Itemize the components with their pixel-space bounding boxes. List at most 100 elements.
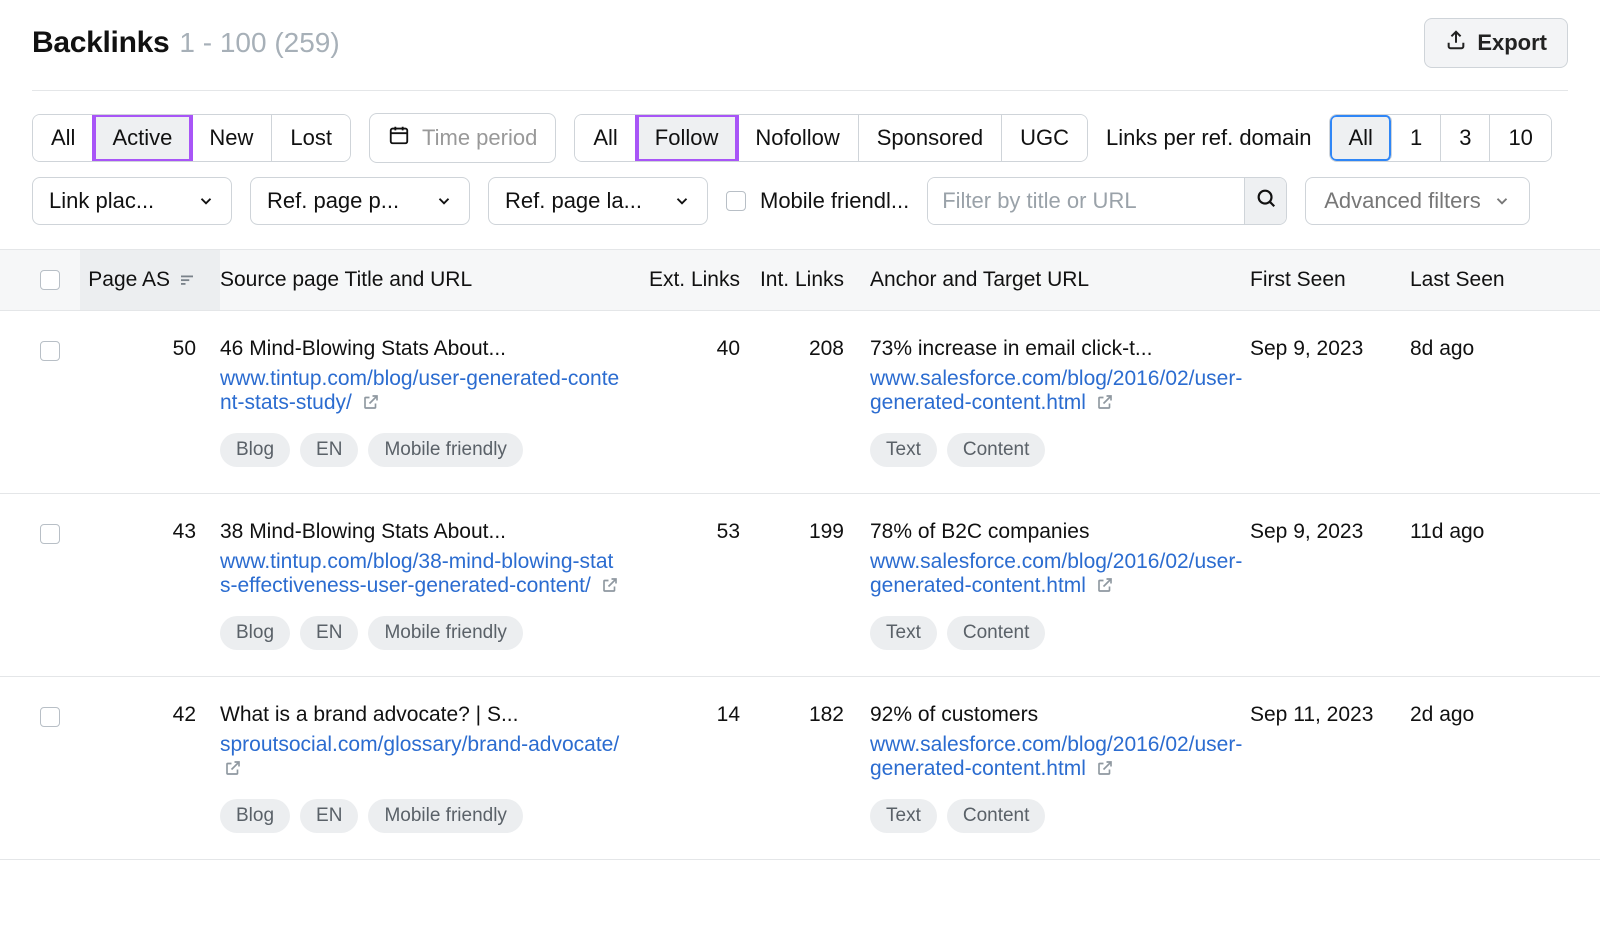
search-icon bbox=[1255, 187, 1277, 215]
page-as-value: 43 bbox=[80, 520, 220, 544]
external-link-icon[interactable] bbox=[1096, 759, 1114, 783]
source-title: What is a brand advocate? | S... bbox=[220, 703, 620, 727]
ext-links-value: 14 bbox=[620, 703, 740, 833]
page-as-value: 42 bbox=[80, 703, 220, 727]
search-input[interactable] bbox=[928, 178, 1244, 224]
col-anchor[interactable]: Anchor and Target URL bbox=[870, 268, 1250, 292]
advanced-filters-button[interactable]: Advanced filters bbox=[1305, 177, 1530, 225]
tag: Mobile friendly bbox=[368, 616, 523, 650]
col-source[interactable]: Source page Title and URL bbox=[220, 268, 620, 292]
links-per-tab-all[interactable]: All bbox=[1330, 115, 1391, 161]
status-tab-active[interactable]: Active bbox=[94, 115, 191, 161]
tag: Content bbox=[947, 799, 1046, 833]
search-button[interactable] bbox=[1244, 178, 1286, 224]
source-tags: Blog EN Mobile friendly bbox=[220, 616, 620, 650]
int-links-value: 182 bbox=[740, 703, 870, 833]
int-links-value: 199 bbox=[740, 520, 870, 650]
export-button[interactable]: Export bbox=[1424, 18, 1568, 68]
linktype-segmented: All Follow Nofollow Sponsored UGC bbox=[574, 114, 1088, 162]
chevron-down-icon bbox=[435, 192, 453, 210]
status-tab-new[interactable]: New bbox=[191, 115, 272, 161]
row-checkbox[interactable] bbox=[40, 524, 60, 544]
ext-links-value: 53 bbox=[620, 520, 740, 650]
linktype-tab-all[interactable]: All bbox=[575, 115, 636, 161]
anchor-url[interactable]: www.salesforce.com/blog/2016/02/user-gen… bbox=[870, 733, 1242, 780]
chevron-down-icon bbox=[673, 192, 691, 210]
linktype-tab-follow[interactable]: Follow bbox=[637, 115, 738, 161]
links-per-domain-label: Links per ref. domain bbox=[1106, 125, 1311, 151]
external-link-icon[interactable] bbox=[362, 393, 380, 417]
mobile-friendly-checkbox[interactable] bbox=[726, 191, 746, 211]
row-checkbox[interactable] bbox=[40, 707, 60, 727]
time-period-label: Time period bbox=[422, 125, 537, 151]
col-page-as[interactable]: Page AS bbox=[80, 250, 220, 310]
ref-page-platform-label: Ref. page p... bbox=[267, 188, 421, 214]
ref-page-platform-dropdown[interactable]: Ref. page p... bbox=[250, 177, 470, 225]
search-field bbox=[927, 177, 1287, 225]
export-label: Export bbox=[1477, 30, 1547, 56]
first-seen-value: Sep 9, 2023 bbox=[1250, 337, 1410, 467]
col-int-links[interactable]: Int. Links bbox=[740, 268, 870, 292]
ref-page-language-dropdown[interactable]: Ref. page la... bbox=[488, 177, 708, 225]
ref-page-language-label: Ref. page la... bbox=[505, 188, 659, 214]
source-title: 38 Mind-Blowing Stats About... bbox=[220, 520, 620, 544]
chevron-down-icon bbox=[197, 192, 215, 210]
sort-icon bbox=[178, 271, 196, 289]
source-url[interactable]: www.tintup.com/blog/38-mind-blowing-stat… bbox=[220, 550, 613, 597]
anchor-url[interactable]: www.salesforce.com/blog/2016/02/user-gen… bbox=[870, 550, 1242, 597]
tag: EN bbox=[300, 616, 358, 650]
external-link-icon[interactable] bbox=[1096, 393, 1114, 417]
chevron-down-icon bbox=[1493, 192, 1511, 210]
anchor-text: 73% increase in email click-t... bbox=[870, 337, 1250, 361]
tag: EN bbox=[300, 433, 358, 467]
advanced-filters-label: Advanced filters bbox=[1324, 188, 1481, 214]
tag: Mobile friendly bbox=[368, 433, 523, 467]
external-link-icon[interactable] bbox=[601, 576, 619, 600]
table-row: 43 38 Mind-Blowing Stats About... www.ti… bbox=[0, 494, 1600, 677]
tag: Content bbox=[947, 616, 1046, 650]
int-links-value: 208 bbox=[740, 337, 870, 467]
tag: Text bbox=[870, 799, 937, 833]
table-row: 50 46 Mind-Blowing Stats About... www.ti… bbox=[0, 311, 1600, 494]
status-tab-lost[interactable]: Lost bbox=[272, 115, 350, 161]
last-seen-value: 11d ago bbox=[1410, 520, 1580, 650]
source-tags: Blog EN Mobile friendly bbox=[220, 433, 620, 467]
select-all-checkbox[interactable] bbox=[40, 270, 60, 290]
col-ext-links[interactable]: Ext. Links bbox=[620, 268, 740, 292]
result-range: 1 - 100 (259) bbox=[179, 27, 339, 59]
col-last-seen[interactable]: Last Seen bbox=[1410, 268, 1580, 292]
source-url[interactable]: www.tintup.com/blog/user-generated-conte… bbox=[220, 367, 619, 414]
tag: Content bbox=[947, 433, 1046, 467]
external-link-icon[interactable] bbox=[224, 759, 242, 783]
source-url[interactable]: sproutsocial.com/glossary/brand-advocate… bbox=[220, 733, 619, 756]
tag: Blog bbox=[220, 799, 290, 833]
tag: Blog bbox=[220, 433, 290, 467]
time-period-picker[interactable]: Time period bbox=[369, 113, 556, 163]
page-title: Backlinks bbox=[32, 26, 169, 60]
links-per-segmented: All 1 3 10 bbox=[1329, 114, 1551, 162]
anchor-url[interactable]: www.salesforce.com/blog/2016/02/user-gen… bbox=[870, 367, 1242, 414]
row-checkbox[interactable] bbox=[40, 341, 60, 361]
mobile-friendly-filter[interactable]: Mobile friendl... bbox=[726, 188, 909, 214]
col-first-seen[interactable]: First Seen bbox=[1250, 268, 1410, 292]
last-seen-value: 2d ago bbox=[1410, 703, 1580, 833]
external-link-icon[interactable] bbox=[1096, 576, 1114, 600]
export-icon bbox=[1445, 29, 1467, 57]
page-header: Backlinks 1 - 100 (259) Export bbox=[32, 0, 1568, 91]
anchor-text: 78% of B2C companies bbox=[870, 520, 1250, 544]
link-placement-dropdown[interactable]: Link plac... bbox=[32, 177, 232, 225]
link-placement-label: Link plac... bbox=[49, 188, 183, 214]
linktype-tab-nofollow[interactable]: Nofollow bbox=[737, 115, 858, 161]
status-tab-all[interactable]: All bbox=[33, 115, 94, 161]
linktype-tab-ugc[interactable]: UGC bbox=[1002, 115, 1087, 161]
links-per-tab-10[interactable]: 10 bbox=[1490, 115, 1550, 161]
tag: Blog bbox=[220, 616, 290, 650]
links-per-tab-1[interactable]: 1 bbox=[1392, 115, 1441, 161]
anchor-tags: TextContent bbox=[870, 433, 1250, 467]
links-per-tab-3[interactable]: 3 bbox=[1441, 115, 1490, 161]
linktype-tab-sponsored[interactable]: Sponsored bbox=[859, 115, 1002, 161]
source-tags: BlogENMobile friendly bbox=[220, 799, 620, 833]
anchor-tags: Text Content bbox=[870, 799, 1250, 833]
first-seen-value: Sep 11, 2023 bbox=[1250, 703, 1410, 833]
tag: Mobile friendly bbox=[368, 799, 523, 833]
